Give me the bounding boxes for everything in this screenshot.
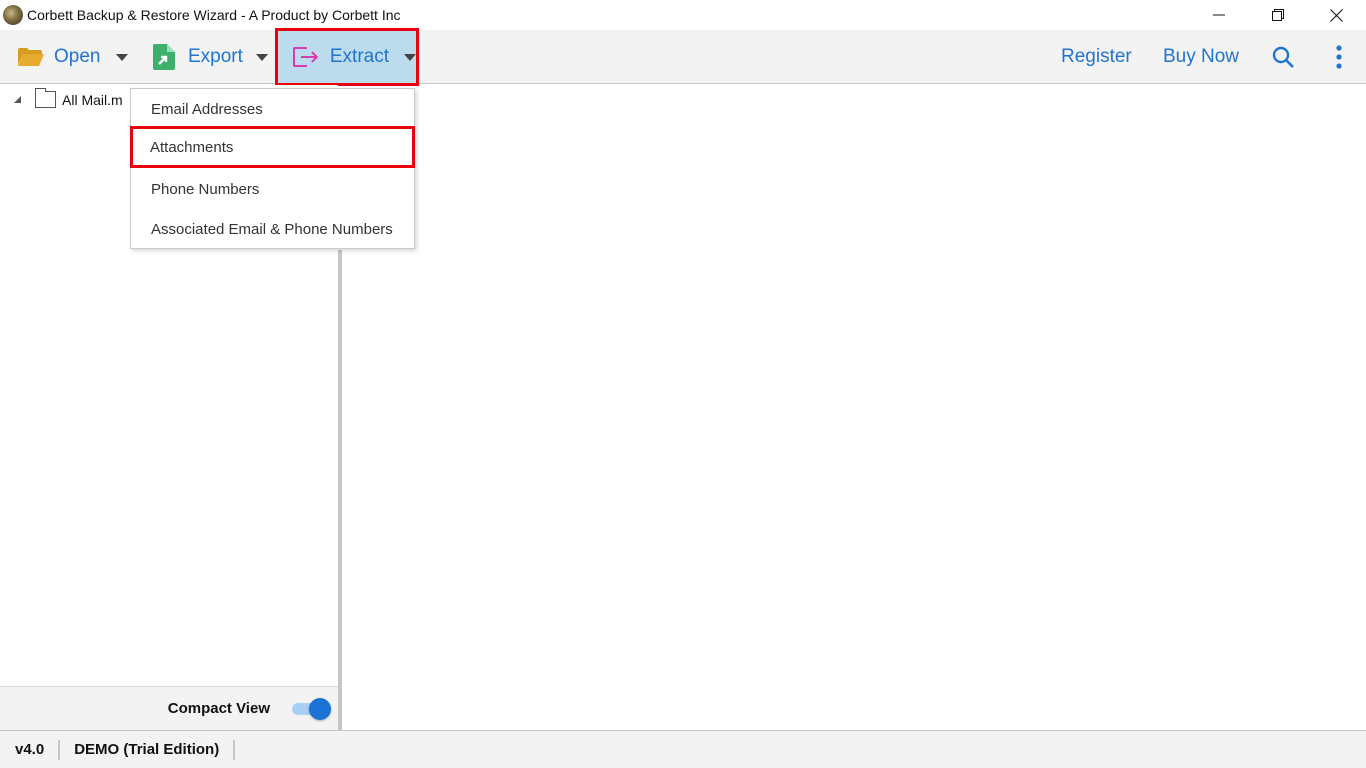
search-button[interactable] xyxy=(1272,30,1294,84)
tree-expand-icon[interactable] xyxy=(14,96,21,103)
menu-item-attachments[interactable]: Attachments xyxy=(130,126,415,168)
open-button[interactable]: Open xyxy=(18,30,129,84)
window-controls xyxy=(1189,0,1366,30)
menu-item-associated-email-phone[interactable]: Associated Email & Phone Numbers xyxy=(131,209,414,249)
compact-view-bar: Compact View xyxy=(0,686,338,730)
export-label: Export xyxy=(188,46,243,67)
export-caret-icon[interactable] xyxy=(255,53,268,61)
minimize-icon xyxy=(1212,14,1225,16)
tree-item-all-mail[interactable]: All Mail.m xyxy=(14,88,123,108)
export-button[interactable]: Export xyxy=(153,30,268,84)
buy-now-link[interactable]: Buy Now xyxy=(1163,30,1239,84)
extract-button[interactable]: Extract xyxy=(275,28,419,86)
extract-dropdown-menu: Email Addresses Attachments Phone Number… xyxy=(130,88,415,249)
pane-splitter[interactable] xyxy=(338,250,342,730)
folder-icon xyxy=(34,88,56,108)
extract-caret-icon[interactable] xyxy=(404,53,416,61)
extract-label: Extract xyxy=(329,46,389,67)
restore-button[interactable] xyxy=(1248,0,1307,30)
open-label: Open xyxy=(54,46,101,67)
title-bar: Corbett Backup & Restore Wizard - A Prod… xyxy=(0,0,1366,30)
minimize-button[interactable] xyxy=(1189,0,1248,30)
file-export-icon xyxy=(153,44,175,70)
toggle-knob xyxy=(309,698,331,720)
folder-open-icon xyxy=(18,48,44,66)
window-title: Corbett Backup & Restore Wizard - A Prod… xyxy=(27,7,401,23)
open-caret-icon[interactable] xyxy=(116,53,129,61)
menu-item-phone-numbers[interactable]: Phone Numbers xyxy=(131,169,414,209)
close-icon xyxy=(1330,8,1343,22)
register-link[interactable]: Register xyxy=(1061,30,1132,84)
menu-item-email-addresses[interactable]: Email Addresses xyxy=(131,89,414,129)
close-button[interactable] xyxy=(1307,0,1366,30)
more-options-button[interactable] xyxy=(1335,30,1343,84)
compact-view-toggle[interactable] xyxy=(292,698,332,720)
restore-icon xyxy=(1271,9,1284,21)
compact-view-label: Compact View xyxy=(167,700,270,717)
tree-item-label: All Mail.m xyxy=(62,91,123,108)
app-logo-icon xyxy=(3,5,23,25)
search-icon xyxy=(1272,46,1294,68)
edition-label: DEMO (Trial Edition) xyxy=(60,739,236,760)
toolbar: Open Export Extract Register Buy Now xyxy=(0,28,1366,86)
status-bar: v4.0 DEMO (Trial Edition) xyxy=(0,730,1366,768)
extract-arrow-icon xyxy=(293,47,319,67)
version-label: v4.0 xyxy=(0,739,61,760)
more-vertical-icon xyxy=(1336,45,1342,69)
